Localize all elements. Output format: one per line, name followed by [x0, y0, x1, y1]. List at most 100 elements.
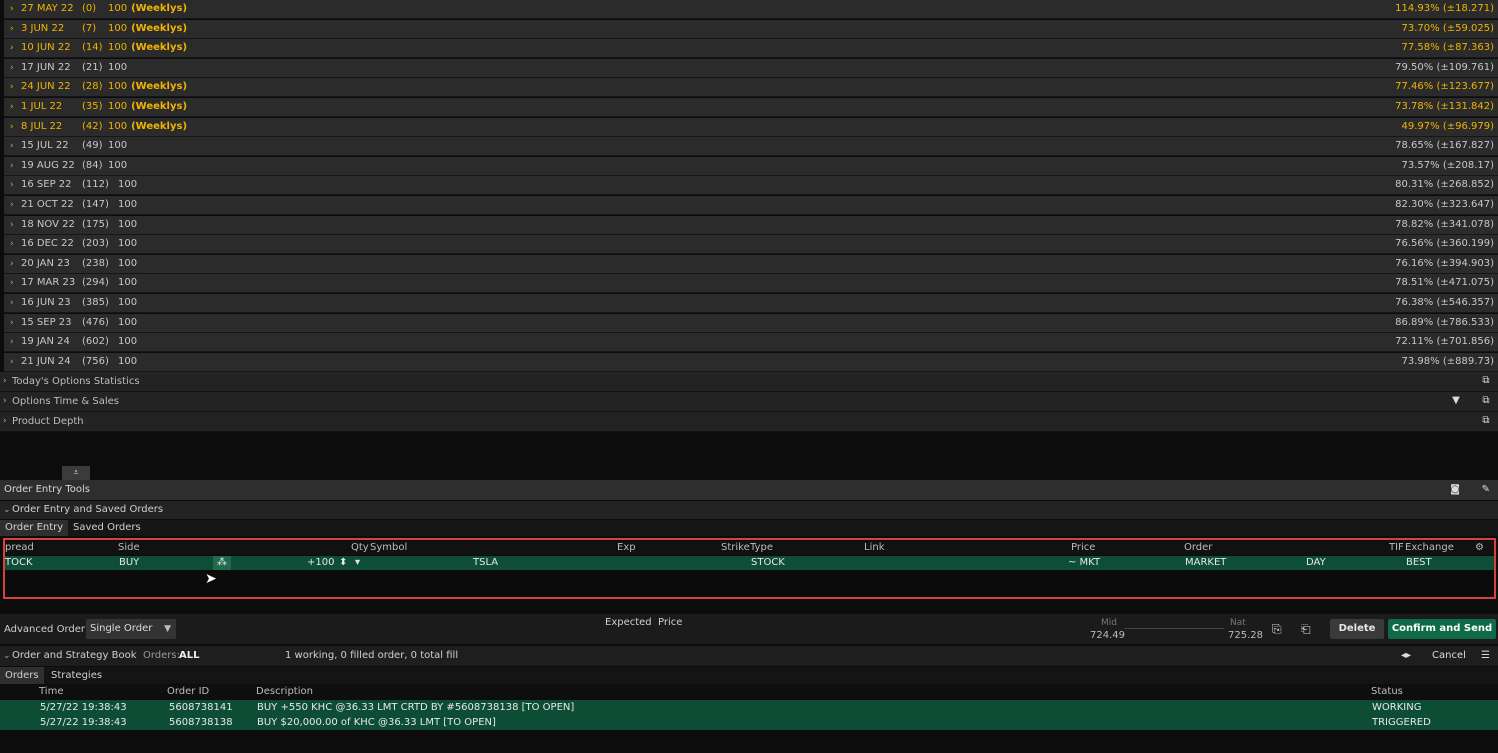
- popout-icon[interactable]: ⧉: [1480, 375, 1492, 387]
- expand-chevron-icon[interactable]: ›: [10, 20, 14, 38]
- expand-chevron-icon[interactable]: ›: [10, 59, 14, 77]
- cancel-button[interactable]: Cancel: [1432, 646, 1466, 666]
- expiration-row[interactable]: › 19 AUG 22 (84) 100 73.57% (±208.17): [4, 156, 1498, 176]
- column-settings-icon[interactable]: ⚙: [1475, 541, 1484, 555]
- table-row[interactable]: 5/27/22 19:38:43 5608738138 BUY $20,000.…: [0, 715, 1498, 730]
- tab-order-entry[interactable]: Order Entry: [0, 520, 69, 536]
- paste-icon[interactable]: ⎗: [1301, 622, 1311, 637]
- price-slider[interactable]: [1124, 628, 1224, 629]
- order-entry-section-header[interactable]: ⌄ Order Entry and Saved Orders: [0, 501, 1498, 519]
- expiration-row[interactable]: › 27 MAY 22 (0) 100 (Weeklys) 114.93% (±18.27…: [4, 0, 1498, 19]
- exchange-cell[interactable]: BEST: [1406, 556, 1432, 570]
- expiration-row[interactable]: › 21 OCT 22 (147) 100 82.30% (±323.647): [4, 196, 1498, 215]
- tab-orders[interactable]: Orders: [0, 667, 44, 684]
- order-type-cell[interactable]: MARKET: [1185, 556, 1226, 570]
- expiration-row[interactable]: › 16 DEC 22 (203) 100 76.56% (±360.199): [4, 235, 1498, 255]
- section-label: Options Time & Sales: [12, 396, 120, 407]
- expand-chevron-icon[interactable]: ›: [10, 314, 14, 332]
- tab-strategies[interactable]: Strategies: [46, 667, 107, 684]
- confirm-and-send-button[interactable]: Confirm and Send: [1388, 619, 1496, 639]
- expiration-row[interactable]: › 15 SEP 23 (476) 100 86.89% (±786.533): [4, 313, 1498, 333]
- expiration-row[interactable]: › 3 JUN 22 (7) 100 (Weeklys) 73.70% (±59.025): [4, 19, 1498, 39]
- order-book-tabs: Orders Strategies: [0, 667, 1498, 684]
- expiration-row[interactable]: › 8 JUL 22 (42) 100 (Weeklys) 49.97% (±96.979…: [4, 117, 1498, 137]
- spread-cell[interactable]: TOCK: [5, 556, 33, 570]
- days-to-expiration: (28): [82, 81, 103, 93]
- expand-chevron-icon[interactable]: ›: [10, 157, 14, 175]
- side-cell[interactable]: BUY: [119, 556, 139, 570]
- expand-chevron-icon[interactable]: ›: [10, 196, 14, 214]
- expand-chevron-icon[interactable]: ›: [10, 98, 14, 116]
- multiplier: 100: [118, 297, 138, 308]
- order-leg-row[interactable]: TOCK BUY ⁂ +100 ⬍ ▾ TSLA STOCK ~ MKT MAR…: [5, 556, 1494, 570]
- header-symbol: Symbol: [370, 542, 408, 553]
- filter-icon[interactable]: ▼: [1450, 395, 1462, 407]
- expiration-row[interactable]: › 20 JAN 23 (238) 100 76.16% (±394.903): [4, 254, 1498, 274]
- copy-icon[interactable]: ⎘: [1272, 622, 1282, 637]
- type-cell[interactable]: STOCK: [751, 556, 785, 570]
- expiration-row[interactable]: › 10 JUN 22 (14) 100 (Weeklys) 77.58% (±87.36…: [4, 39, 1498, 59]
- expiration-row[interactable]: › 15 JUL 22 (49) 100 78.65% (±167.827): [4, 137, 1498, 157]
- expand-chevron-icon[interactable]: ›: [10, 137, 14, 155]
- expiration-row[interactable]: › 16 JUN 23 (385) 100 76.38% (±546.357): [4, 294, 1498, 313]
- expand-chevron-icon[interactable]: ›: [10, 353, 14, 371]
- pin-icon[interactable]: ✎: [1482, 480, 1490, 500]
- qty-dropdown-icon[interactable]: ▾: [355, 556, 360, 570]
- days-to-expiration: (112): [82, 179, 109, 191]
- symbol-cell[interactable]: TSLA: [473, 556, 498, 570]
- expiration-date: 15 SEP 23: [21, 316, 72, 328]
- section-product-depth[interactable]: › Product Depth ⧉: [0, 412, 1498, 432]
- panel-title: Order Entry Tools: [4, 484, 91, 495]
- menu-list-icon[interactable]: ☰: [1481, 646, 1490, 666]
- expiration-row[interactable]: › 19 JAN 24 (602) 100 72.11% (±701.856): [4, 333, 1498, 353]
- tab-saved-orders[interactable]: Saved Orders: [68, 520, 146, 536]
- qty-stepper-icon[interactable]: ⬍: [339, 556, 347, 570]
- expand-chevron-icon[interactable]: ›: [10, 78, 14, 96]
- expiration-row[interactable]: › 16 SEP 22 (112) 100 80.31% (±268.852): [4, 176, 1498, 196]
- multiplier: 100: [108, 61, 128, 73]
- section-label: Today's Options Statistics: [12, 376, 140, 387]
- tif-cell[interactable]: DAY: [1306, 556, 1326, 570]
- order-time: 5/27/22 19:38:43: [40, 717, 127, 728]
- expiration-row[interactable]: › 17 JUN 22 (21) 100 79.50% (±109.761): [4, 58, 1498, 78]
- implied-volatility: 73.78% (±131.842): [1395, 101, 1494, 112]
- chevron-right-icon: ›: [3, 376, 7, 386]
- popout-icon[interactable]: ⧉: [1480, 395, 1492, 407]
- expiration-row[interactable]: › 17 MAR 23 (294) 100 78.51% (±471.075): [4, 274, 1498, 294]
- expand-chevron-icon[interactable]: ›: [10, 294, 14, 312]
- header-order: Order: [1184, 542, 1213, 553]
- popout-icon[interactable]: ⧉: [1480, 415, 1492, 427]
- expand-chevron-icon[interactable]: ›: [10, 216, 14, 234]
- qty-cell[interactable]: +100: [307, 556, 334, 570]
- expand-chevron-icon[interactable]: ›: [10, 274, 14, 292]
- expand-chevron-icon[interactable]: ›: [10, 39, 14, 57]
- split-view-icon[interactable]: ◂▸: [1401, 646, 1411, 666]
- grid-header-row: pread Side Qty Symbol Exp Strike Type Li…: [5, 541, 1494, 555]
- header-exp: Exp: [617, 542, 636, 553]
- table-row[interactable]: 5/27/22 19:38:43 5608738141 BUY +550 KHC…: [0, 700, 1498, 715]
- days-to-expiration: (203): [82, 238, 109, 250]
- orders-filter-value[interactable]: ALL: [179, 646, 199, 666]
- panel-splitter-handle[interactable]: ⩡: [62, 466, 90, 480]
- chevron-down-icon[interactable]: ⌄: [3, 646, 11, 666]
- expand-chevron-icon[interactable]: ›: [10, 333, 14, 351]
- camera-icon[interactable]: ◙: [1450, 480, 1460, 500]
- order-entry-tabs: Order Entry Saved Orders: [0, 520, 1498, 536]
- multiplier: 100 (Weeklys): [108, 3, 188, 14]
- price-cell[interactable]: ~ MKT: [1068, 556, 1100, 570]
- expand-chevron-icon[interactable]: ›: [10, 235, 14, 253]
- expiration-row[interactable]: › 1 JUL 22 (35) 100 (Weeklys) 73.78% (±131.84…: [4, 98, 1498, 117]
- expiration-row[interactable]: › 24 JUN 22 (28) 100 (Weeklys) 77.46% (±123.6…: [4, 78, 1498, 98]
- expand-chevron-icon[interactable]: ›: [10, 0, 14, 18]
- expand-chevron-icon[interactable]: ›: [10, 255, 14, 273]
- expand-chevron-icon[interactable]: ›: [10, 176, 14, 194]
- strategy-icon[interactable]: ⁂: [213, 556, 231, 570]
- expiration-date: 17 JUN 22: [21, 61, 71, 73]
- advanced-order-select[interactable]: Single Order ▼: [86, 619, 176, 639]
- section-options-time-sales[interactable]: › Options Time & Sales ▼ ⧉: [0, 392, 1498, 412]
- expiration-row[interactable]: › 18 NOV 22 (175) 100 78.82% (±341.078): [4, 215, 1498, 235]
- delete-button[interactable]: Delete: [1330, 619, 1384, 639]
- expiration-row[interactable]: › 21 JUN 24 (756) 100 73.98% (±889.73): [4, 352, 1498, 372]
- section-options-statistics[interactable]: › Today's Options Statistics ⧉: [0, 372, 1498, 392]
- expand-chevron-icon[interactable]: ›: [10, 118, 14, 136]
